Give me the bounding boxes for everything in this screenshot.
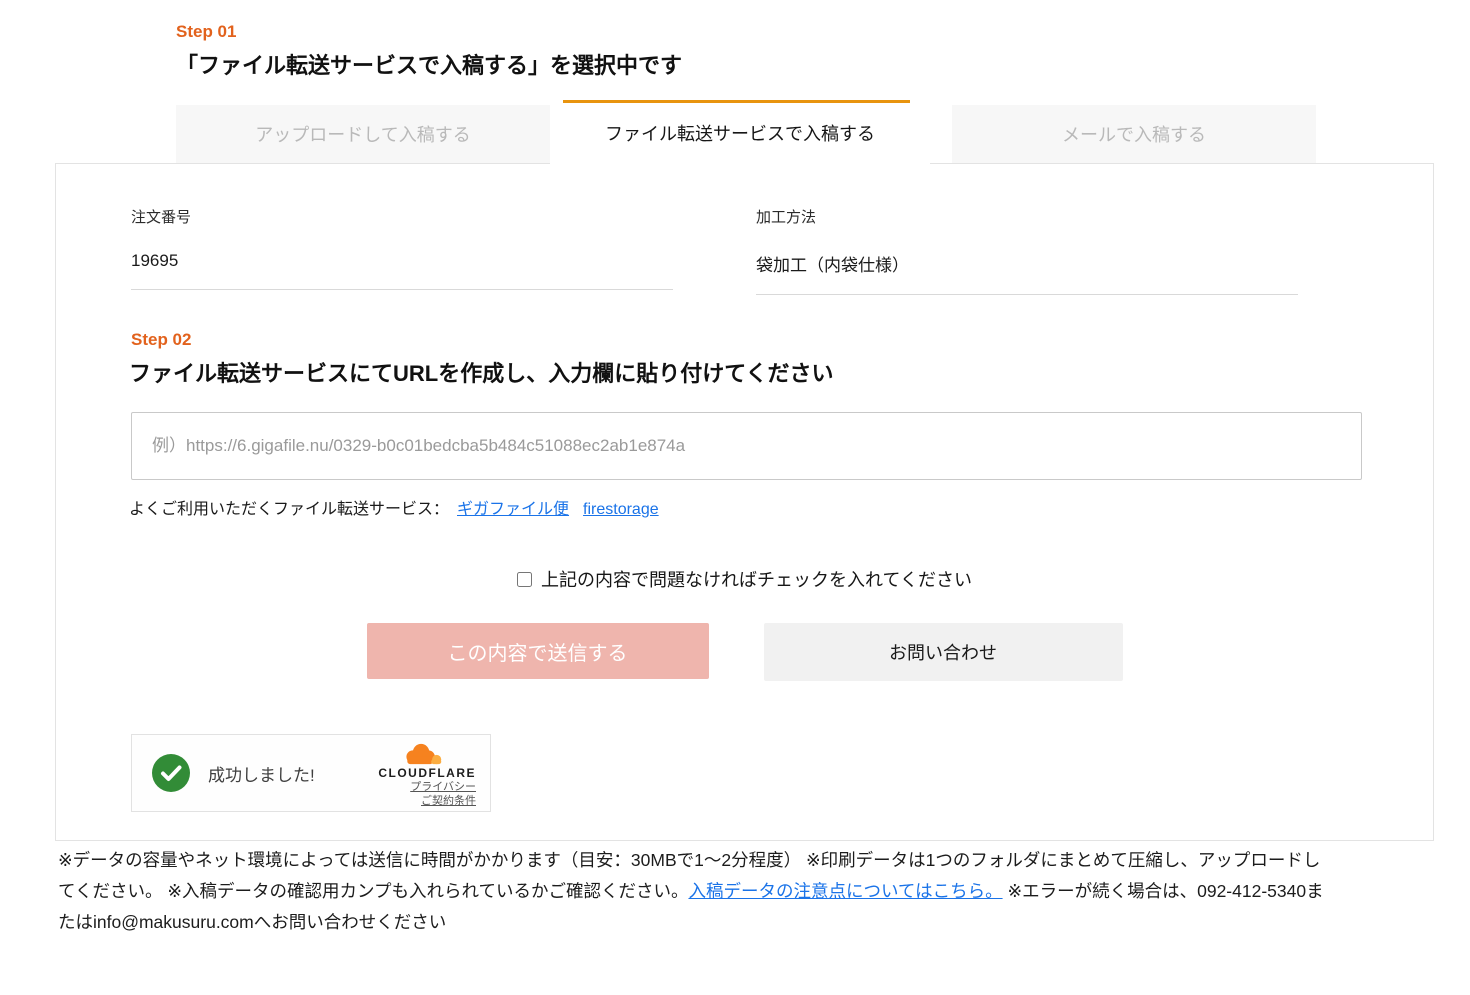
step2-heading: ファイル転送サービスにてURLを作成し、入力欄に貼り付けてください: [129, 356, 834, 388]
form-panel: 注文番号 19695 加工方法 袋加工（内袋仕様） Step 02 ファイル転送…: [55, 163, 1434, 841]
contact-button[interactable]: お問い合わせ: [764, 623, 1123, 681]
buttons-row: この内容で送信する お問い合わせ: [56, 623, 1433, 681]
success-check-icon: [152, 754, 190, 792]
captcha-widget: 成功しました! CLOUDFLARE プライバシー ご契約: [131, 734, 491, 812]
terms-link[interactable]: ご契約条件: [421, 794, 476, 808]
tab-bar: アップロードして入稿する ファイル転送サービスで入稿する メールで入稿する: [176, 100, 1316, 166]
firestorage-link[interactable]: firestorage: [583, 501, 659, 518]
submission-page: Step 01 「ファイル転送サービスで入稿する」を選択中です アップロードして…: [0, 0, 1470, 995]
page-title: 「ファイル転送サービスで入稿する」を選択中です: [176, 48, 682, 80]
tab-file-transfer[interactable]: ファイル転送サービスで入稿する: [550, 100, 930, 166]
tab-upload[interactable]: アップロードして入稿する: [176, 105, 550, 163]
step2-label: Step 02: [131, 330, 191, 350]
processing-method-label: 加工方法: [756, 206, 1298, 227]
captcha-status: 成功しました!: [208, 761, 315, 786]
footer-notes: ※データの容量やネット環境によっては送信に時間がかかります（目安：30MBで1〜…: [58, 845, 1326, 938]
cloudflare-cloud-icon: [400, 742, 444, 766]
submit-button[interactable]: この内容で送信する: [367, 623, 709, 679]
processing-method-field: 加工方法 袋加工（内袋仕様）: [756, 206, 1298, 295]
cloudflare-wordmark: CLOUDFLARE: [378, 766, 476, 780]
services-label: よくご利用いただくファイル転送サービス：: [129, 501, 449, 518]
confirm-label: 上記の内容で問題なければチェックを入れてください: [541, 566, 972, 592]
cloudflare-brand: CLOUDFLARE プライバシー ご契約条件: [378, 738, 476, 808]
order-number-value: 19695: [131, 251, 673, 290]
confirm-checkbox[interactable]: [517, 572, 532, 587]
order-number-label: 注文番号: [131, 206, 673, 227]
confirm-row: 上記の内容で問題なければチェックを入れてください: [56, 566, 1433, 592]
gigafile-link[interactable]: ギガファイル便: [457, 501, 569, 518]
tab-email[interactable]: メールで入稿する: [952, 105, 1316, 163]
services-line: よくご利用いただくファイル転送サービス： ギガファイル便 firestorage: [129, 495, 659, 519]
processing-method-value: 袋加工（内袋仕様）: [756, 251, 1298, 295]
data-guidelines-link[interactable]: 入稿データの注意点についてはこちら。: [688, 881, 1002, 901]
privacy-link[interactable]: プライバシー: [410, 780, 476, 794]
transfer-url-input[interactable]: [131, 412, 1362, 480]
step1-label: Step 01: [176, 22, 236, 42]
order-number-field: 注文番号 19695: [131, 206, 673, 290]
